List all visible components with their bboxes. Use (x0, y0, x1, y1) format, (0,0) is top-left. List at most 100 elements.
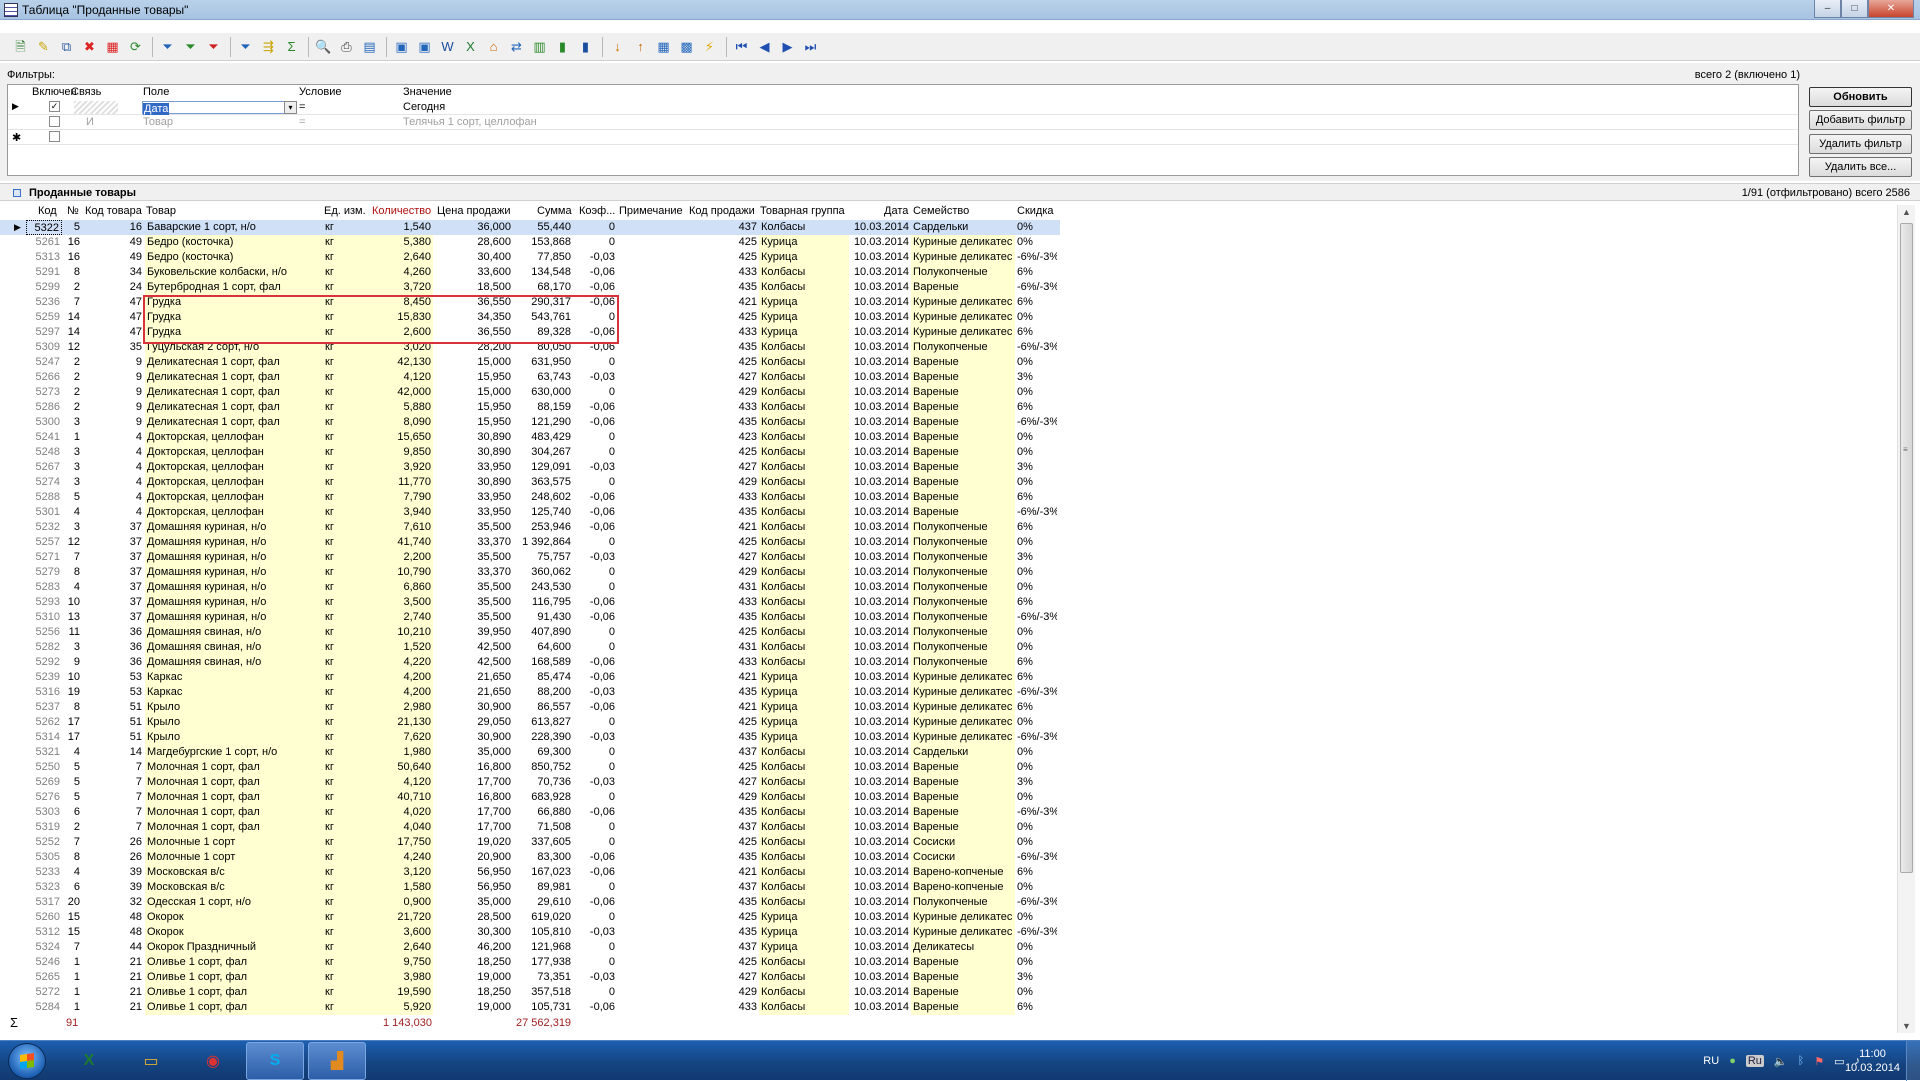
table-cell[interactable]: 5248 (26, 445, 62, 460)
table-cell[interactable]: кг (323, 850, 369, 865)
table-cell[interactable]: 435 (687, 415, 759, 430)
table-cell[interactable]: 4 (62, 745, 82, 760)
table-cell[interactable]: 5272 (26, 985, 62, 1000)
table-cell[interactable]: 0 (573, 820, 617, 835)
table-cell[interactable]: 2 (62, 820, 82, 835)
table-cell[interactable]: Колбасы (759, 595, 849, 610)
table-cell[interactable]: Колбасы (759, 880, 849, 895)
table-cell[interactable]: 5312 (26, 925, 62, 940)
table-cell[interactable]: 2,640 (369, 940, 433, 955)
table-cell[interactable]: Вареные (911, 280, 1015, 295)
table-cell[interactable]: кг (323, 625, 369, 640)
table-cell[interactable]: Колбасы (759, 955, 849, 970)
table-cell[interactable]: Молочная 1 сорт, фал (145, 760, 323, 775)
remove-filter-button[interactable]: Удалить фильтр (1809, 134, 1912, 154)
table-cell[interactable] (617, 220, 687, 235)
table-cell[interactable]: Колбасы (759, 805, 849, 820)
table-cell[interactable]: Колбасы (759, 820, 849, 835)
table-cell[interactable]: Домашняя свиная, н/о (145, 640, 323, 655)
table-cell[interactable]: 425 (687, 835, 759, 850)
table-cell[interactable]: 407,890 (513, 625, 573, 640)
table-cell[interactable]: 4 (82, 445, 144, 460)
delete-icon[interactable]: ✖ (79, 36, 100, 57)
table-cell[interactable]: 5252 (26, 835, 62, 850)
table-cell[interactable]: 70,736 (513, 775, 573, 790)
table-cell[interactable]: кг (323, 490, 369, 505)
table-cell[interactable]: 5,920 (369, 1000, 433, 1015)
table-cell[interactable] (617, 460, 687, 475)
table-cell[interactable]: кг (323, 820, 369, 835)
network-icon[interactable]: ● (1729, 1055, 1736, 1067)
table-row[interactable]: ▶ 5322 5 16 Баварские 1 сорт, н/о кг 1,540 36,0… (0, 220, 1060, 235)
filter-icon[interactable]: ⏷ (157, 36, 178, 57)
table-cell[interactable]: 1 (62, 970, 82, 985)
table-cell[interactable]: 3,920 (369, 460, 433, 475)
table-cell[interactable]: 47 (82, 325, 144, 340)
filter-new-row[interactable]: ✱ (8, 130, 1798, 145)
table-cell[interactable]: 5259 (26, 310, 62, 325)
table-row[interactable]: 5299 2 24 Бутербродная 1 сорт, фал кг 3,720 18… (0, 280, 1060, 295)
table-cell[interactable]: 0 (573, 235, 617, 250)
table-cell[interactable]: 37 (82, 565, 144, 580)
table-cell[interactable]: 7 (82, 805, 144, 820)
table-cell[interactable]: 10.03.2014 (849, 400, 911, 415)
table-cell[interactable]: 10.03.2014 (849, 385, 911, 400)
table-cell[interactable]: 3 (62, 520, 82, 535)
table-cell[interactable]: 35,500 (433, 610, 513, 625)
table-cell[interactable]: Полукопченые (911, 340, 1015, 355)
table-cell[interactable]: Домашняя куриная, н/о (145, 535, 323, 550)
table-cell[interactable]: 8 (62, 565, 82, 580)
table-row[interactable]: 5232 3 37 Домашняя куриная, н/о кг 7,610 35,50… (0, 520, 1060, 535)
table-cell[interactable] (617, 790, 687, 805)
table-cell[interactable]: 304,267 (513, 445, 573, 460)
table-cell[interactable]: 19,000 (433, 1000, 513, 1015)
table-cell[interactable]: 630,000 (513, 385, 573, 400)
table-cell[interactable]: 433 (687, 655, 759, 670)
table-cell[interactable]: Полукопченые (911, 625, 1015, 640)
table-cell[interactable]: кг (323, 685, 369, 700)
table-cell[interactable]: 850,752 (513, 760, 573, 775)
table-cell[interactable] (617, 835, 687, 850)
table-cell[interactable]: Буковельские колбаски, н/о (145, 265, 323, 280)
table-cell[interactable]: Молочная 1 сорт, фал (145, 805, 323, 820)
table-row[interactable]: 5247 2 9 Деликатесная 1 сорт, фал кг 42,130 15… (0, 355, 1060, 370)
scroll-up-icon[interactable]: ▲ (1902, 207, 1911, 217)
table-cell[interactable]: 10.03.2014 (849, 340, 911, 355)
table-cell[interactable]: -0,06 (573, 610, 617, 625)
table-cell[interactable]: кг (323, 865, 369, 880)
table-cell[interactable]: кг (323, 835, 369, 850)
refresh-button[interactable]: Обновить (1809, 87, 1912, 107)
table-cell[interactable]: 10.03.2014 (849, 880, 911, 895)
export-word-icon[interactable]: W (437, 36, 458, 57)
column-header[interactable]: Скидка (1017, 205, 1054, 217)
table-cell[interactable]: 10.03.2014 (849, 370, 911, 385)
table-cell[interactable]: Вареные (911, 460, 1015, 475)
table-cell[interactable]: Колбасы (759, 565, 849, 580)
table-cell[interactable]: 4,120 (369, 775, 433, 790)
language-label[interactable]: RU (1703, 1055, 1719, 1067)
table-cell[interactable]: Полукопченые (911, 520, 1015, 535)
table-cell[interactable]: 10.03.2014 (849, 1000, 911, 1015)
table-cell[interactable]: 10.03.2014 (849, 490, 911, 505)
table-cell[interactable]: 86,557 (513, 700, 573, 715)
table-cell[interactable]: 5291 (26, 265, 62, 280)
filter-enabled-checkbox[interactable] (49, 131, 60, 142)
table-cell[interactable]: 134,548 (513, 265, 573, 280)
group-icon[interactable]: ⇶ (258, 36, 279, 57)
table-cell[interactable]: 15 (62, 925, 82, 940)
table-cell[interactable]: 0% (1015, 985, 1057, 1000)
table-cell[interactable]: 433 (687, 490, 759, 505)
table-cell[interactable]: Колбасы (759, 1000, 849, 1015)
table-cell[interactable]: 10 (62, 670, 82, 685)
table-cell[interactable]: 5317 (26, 895, 62, 910)
sort-asc-icon[interactable]: ↓ (607, 36, 628, 57)
table-cell[interactable]: 2 (62, 355, 82, 370)
table-cell[interactable]: 4 (82, 490, 144, 505)
table-cell[interactable]: 17,700 (433, 805, 513, 820)
table-cell[interactable]: 0 (573, 745, 617, 760)
table-cell[interactable]: 44 (82, 940, 144, 955)
table-cell[interactable]: 30,890 (433, 445, 513, 460)
table-cell[interactable]: 16 (62, 235, 82, 250)
table-cell[interactable]: 33,950 (433, 460, 513, 475)
table-cell[interactable]: Бутербродная 1 сорт, фал (145, 280, 323, 295)
